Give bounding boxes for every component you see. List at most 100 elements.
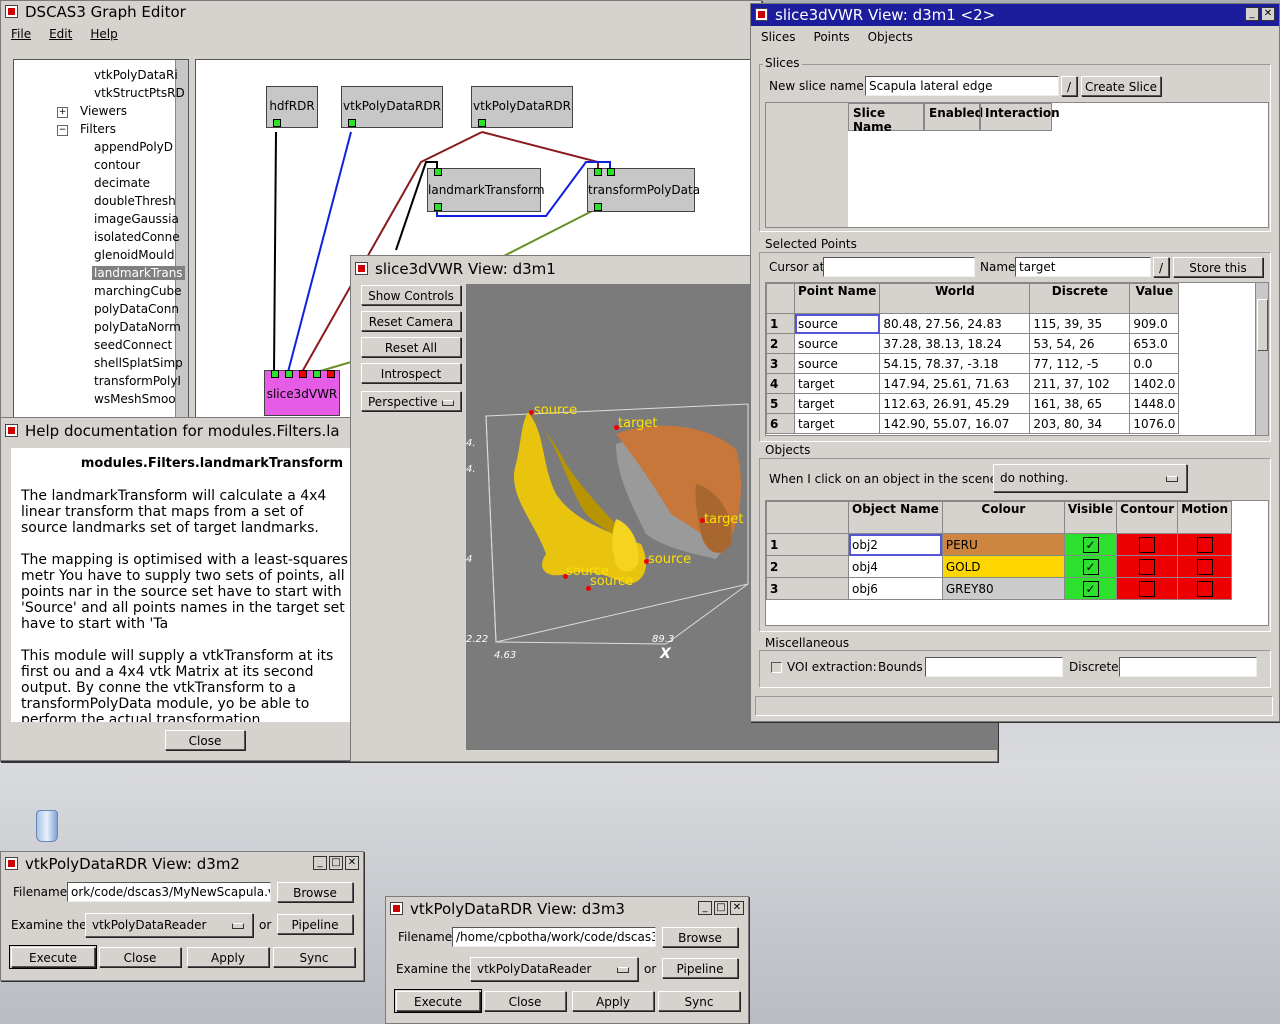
scroll-thumb[interactable] [1257, 299, 1268, 351]
browse-button[interactable]: Browse [662, 927, 738, 947]
close-icon[interactable]: ✕ [345, 856, 359, 870]
node-input-port[interactable] [607, 168, 615, 176]
reset-camera-button[interactable]: Reset Camera [361, 311, 461, 331]
points-table[interactable]: Point Name World Discrete Value 1 source… [766, 283, 1180, 434]
tree-item[interactable]: wsMeshSmoo [94, 392, 176, 406]
node-input-port[interactable] [594, 168, 602, 176]
node-output-port[interactable] [478, 119, 486, 127]
world-cell[interactable]: 54.15, 78.37, -3.18 [879, 353, 1031, 374]
motion-checkbox[interactable] [1196, 558, 1213, 575]
object-name-cell[interactable]: obj2 [848, 533, 943, 556]
visible-checkbox[interactable]: ✓ [1082, 580, 1099, 597]
motion-checkbox[interactable] [1196, 536, 1213, 553]
col-point-name[interactable]: Point Name [793, 283, 881, 314]
point-name-slash-button[interactable]: / [1153, 257, 1169, 277]
motion-cell[interactable] [1177, 533, 1233, 556]
tree-item-filters[interactable]: Filters [80, 122, 116, 136]
visible-cell[interactable]: ✓ [1063, 533, 1118, 556]
reset-all-button[interactable]: Reset All [361, 337, 461, 357]
pipeline-button[interactable]: Pipeline [277, 914, 353, 934]
col-enabled[interactable]: Enabled [924, 103, 983, 131]
table-row[interactable]: 2 source 37.28, 38.13, 18.24 53, 54, 26 … [766, 333, 1180, 354]
slices-table[interactable]: Slice Name Enabled Interaction [765, 102, 1269, 228]
close-icon[interactable]: ✕ [1261, 7, 1275, 21]
value-cell[interactable]: 1402.0 [1129, 373, 1180, 394]
examine-menu[interactable]: vtkPolyDataReader [470, 957, 638, 981]
points-scrollbar[interactable] [1255, 283, 1268, 435]
table-row[interactable]: 2 obj4 GOLD ✓ [766, 555, 1233, 578]
world-cell[interactable]: 147.94, 25.61, 71.63 [879, 373, 1031, 394]
col-slice-name[interactable]: Slice Name [848, 103, 924, 134]
bounds-field[interactable] [925, 657, 1063, 677]
collapse-icon[interactable]: − [57, 125, 68, 136]
node-input-port[interactable] [271, 370, 279, 378]
discrete-cell[interactable]: 53, 54, 26 [1029, 333, 1131, 354]
table-row[interactable]: 1 source 80.48, 27.56, 24.83 115, 39, 35… [766, 313, 1180, 334]
tree-item[interactable]: appendPolyD [94, 140, 173, 154]
table-row[interactable]: 5 target 112.63, 26.91, 45.29 161, 38, 6… [766, 393, 1180, 414]
value-cell[interactable]: 1448.0 [1129, 393, 1180, 414]
node-input-port[interactable] [434, 168, 442, 176]
node-input-port[interactable] [313, 370, 321, 378]
node-output-port[interactable] [594, 203, 602, 211]
discrete-cell[interactable]: 211, 37, 102 [1029, 373, 1131, 394]
help-titlebar[interactable]: Help documentation for modules.Filters.l… [1, 418, 353, 444]
discrete-field[interactable] [1119, 657, 1257, 677]
point-name-cell[interactable]: target [793, 373, 881, 394]
tree-item[interactable]: transformPolyI [94, 374, 181, 388]
table-row[interactable]: 3 source 54.15, 78.37, -3.18 77, 112, -5… [766, 353, 1180, 374]
node-vtkPolyDataRDR-1[interactable]: vtkPolyDataRDR [341, 86, 443, 128]
maximize-icon[interactable]: □ [714, 901, 728, 915]
tree-item[interactable]: decimate [94, 176, 150, 190]
col-discrete[interactable]: Discrete [1029, 283, 1131, 314]
introspect-button[interactable]: Introspect [361, 363, 461, 383]
tree-item[interactable]: contour [94, 158, 140, 172]
create-slice-button[interactable]: Create Slice [1081, 76, 1161, 96]
new-slice-name-input[interactable]: Scapula lateral edge [865, 76, 1059, 96]
module-tree[interactable]: vtkPolyDataRi vtkStructPtsRD + Viewers −… [13, 59, 189, 421]
menu-file[interactable]: File [11, 27, 31, 41]
reader-d3m2-titlebar[interactable]: vtkPolyDataRDR View: d3m2 _ □ ✕ [1, 852, 363, 876]
motion-cell[interactable] [1177, 577, 1233, 600]
voi-checkbox[interactable] [771, 662, 782, 673]
tree-item[interactable]: imageGaussia [94, 212, 179, 226]
filename-input[interactable]: /home/cpbotha/work/code/dscas3/M [452, 927, 656, 947]
contour-cell[interactable] [1116, 577, 1179, 600]
motion-checkbox[interactable] [1196, 580, 1213, 597]
tree-item-selected[interactable]: landmarkTrans [92, 266, 185, 280]
world-cell[interactable]: 80.48, 27.56, 24.83 [879, 313, 1031, 334]
tree-item[interactable]: marchingCube [94, 284, 181, 298]
node-output-port[interactable] [348, 119, 356, 127]
minimize-icon[interactable]: _ [313, 856, 327, 870]
tree-item[interactable]: shellSplatSimp [94, 356, 183, 370]
controls-titlebar[interactable]: slice3dVWR View: d3m1 <2> _ ✕ [751, 4, 1279, 26]
menu-slices[interactable]: Slices [761, 30, 796, 44]
discrete-cell[interactable]: 203, 80, 34 [1029, 413, 1131, 434]
colour-cell[interactable]: GOLD [941, 555, 1065, 578]
tree-item[interactable]: isolatedConne [94, 230, 180, 244]
menu-points[interactable]: Points [814, 30, 850, 44]
point-name-cell[interactable]: source [793, 313, 881, 334]
sync-button[interactable]: Sync [273, 947, 355, 967]
col-value[interactable]: Value [1129, 283, 1180, 314]
contour-cell[interactable] [1116, 533, 1179, 556]
value-cell[interactable]: 909.0 [1129, 313, 1180, 334]
visible-checkbox[interactable]: ✓ [1082, 536, 1099, 553]
filename-input[interactable]: ork/code/dscas3/MyNewScapula.vtk [67, 882, 271, 902]
tree-item[interactable]: glenoidMould [94, 248, 174, 262]
tree-item[interactable]: seedConnect [94, 338, 172, 352]
table-row[interactable]: 1 obj2 PERU ✓ [766, 533, 1233, 556]
discrete-cell[interactable]: 77, 112, -5 [1029, 353, 1131, 374]
col-motion[interactable]: Motion [1177, 501, 1233, 534]
reader-d3m3-titlebar[interactable]: vtkPolyDataRDR View: d3m3 _ □ ✕ [386, 897, 748, 921]
node-output-port[interactable] [434, 203, 442, 211]
table-row[interactable]: 4 target 147.94, 25.61, 71.63 211, 37, 1… [766, 373, 1180, 394]
trash-icon[interactable] [36, 810, 58, 842]
expand-icon[interactable]: + [57, 107, 68, 118]
table-row[interactable]: 6 target 142.90, 55.07, 16.07 203, 80, 3… [766, 413, 1180, 434]
menu-help[interactable]: Help [90, 27, 117, 41]
tree-item[interactable]: polyDataNorm [94, 320, 181, 334]
graph-editor-titlebar[interactable]: DSCAS3 Graph Editor [1, 1, 761, 23]
value-cell[interactable]: 0.0 [1129, 353, 1180, 374]
node-transformPolyData[interactable]: transformPolyData [587, 168, 700, 212]
